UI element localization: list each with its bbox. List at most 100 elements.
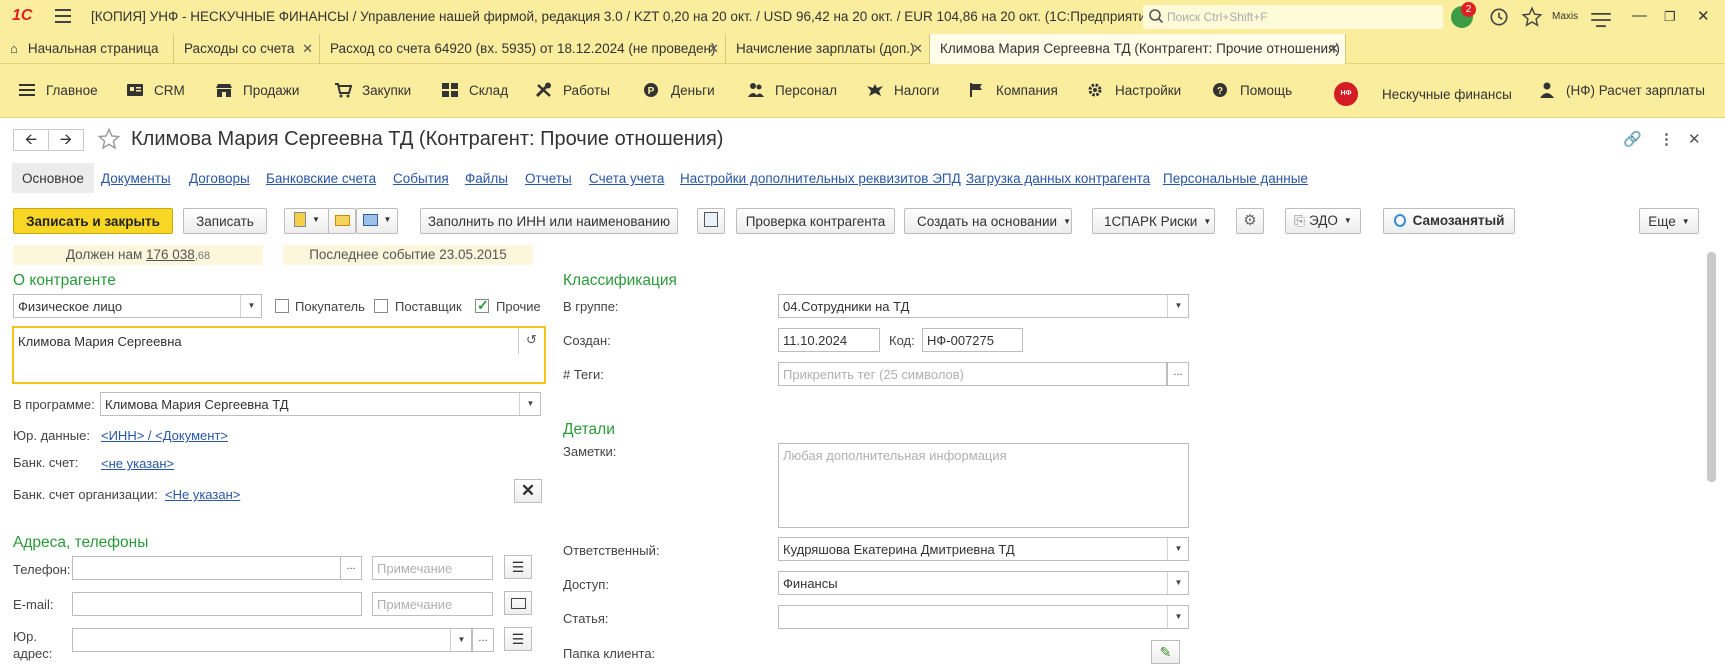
responsible-select[interactable]: Кудряшова Екатерина Дмитриевна ТД ▼ bbox=[778, 537, 1189, 561]
tab-files[interactable]: Файлы bbox=[465, 163, 508, 193]
phone-actions-button[interactable]: ☰ bbox=[504, 555, 532, 579]
section-company[interactable]: Компания bbox=[968, 82, 1058, 98]
tags-select-button[interactable]: ... bbox=[1167, 362, 1189, 386]
section-main[interactable]: Главное bbox=[18, 82, 98, 98]
chevron-down-icon[interactable]: ▼ bbox=[1167, 606, 1188, 628]
section-crm[interactable]: CRM bbox=[126, 82, 185, 98]
attach-button[interactable]: ▼ bbox=[284, 208, 330, 234]
send-email-button[interactable] bbox=[328, 208, 356, 234]
bank-account-link[interactable]: <не указан> bbox=[101, 456, 174, 471]
chevron-down-icon[interactable]: ▼ bbox=[1167, 295, 1188, 317]
edo-button[interactable]: ⎘ ЭДО ▼ bbox=[1285, 208, 1361, 234]
created-date-input[interactable]: 11.10.2024 bbox=[778, 328, 880, 352]
phone-note-input[interactable]: Примечание bbox=[372, 556, 493, 580]
section-staff[interactable]: Персонал bbox=[747, 82, 837, 98]
tab-accounting-accounts[interactable]: Счета учета bbox=[589, 163, 664, 193]
tab-main[interactable]: Основное bbox=[12, 163, 94, 193]
address-select-button[interactable]: ... bbox=[472, 628, 494, 652]
self-employed-button[interactable]: Самозанятый bbox=[1383, 208, 1515, 234]
address-actions-button[interactable]: ☰ bbox=[504, 627, 532, 651]
chevron-down-icon[interactable]: ▼ bbox=[240, 295, 261, 317]
search-input[interactable]: Поиск Ctrl+Shift+F bbox=[1143, 5, 1443, 29]
send-email-button[interactable] bbox=[504, 591, 532, 615]
section-purchases[interactable]: Закупки bbox=[334, 82, 411, 98]
create-based-on-button[interactable]: Создать на основании ▼ bbox=[904, 208, 1072, 234]
tab-expenses[interactable]: Расходы со счета ✕ bbox=[174, 34, 320, 64]
last-event-info[interactable]: Последнее событие 23.05.2015 bbox=[283, 245, 533, 265]
check-counterparty-button[interactable]: Проверка контрагента bbox=[736, 208, 895, 234]
close-window-icon[interactable]: ✕ bbox=[1697, 7, 1710, 25]
tab-counterparty[interactable]: Климова Мария Сергеевна ТД (Контрагент: … bbox=[930, 34, 1346, 64]
full-name-textarea[interactable]: Климова Мария Сергеевна ↺ bbox=[12, 326, 546, 384]
close-tab-icon[interactable]: ✕ bbox=[1328, 41, 1339, 57]
close-tab-icon[interactable]: ✕ bbox=[302, 41, 313, 57]
article-select[interactable]: ▼ bbox=[778, 605, 1189, 629]
section-warehouse[interactable]: Склад bbox=[441, 82, 508, 98]
chevron-down-icon[interactable]: ▼ bbox=[1167, 538, 1188, 560]
in-program-select[interactable]: Климова Мария Сергеевна ТД ▼ bbox=[100, 392, 541, 416]
group-select[interactable]: 04.Сотрудники на ТД ▼ bbox=[778, 294, 1189, 318]
section-sales[interactable]: Продажи bbox=[215, 82, 299, 98]
tab-expense-doc[interactable]: Расход со счета 64920 (вх. 5935) от 18.1… bbox=[320, 34, 726, 64]
section-nf-salary[interactable]: (НФ) Расчет зарплаты bbox=[1538, 82, 1705, 98]
access-select[interactable]: Финансы ▼ bbox=[778, 571, 1189, 595]
vertical-scrollbar[interactable] bbox=[1707, 252, 1716, 482]
clear-button[interactable]: ✕ bbox=[514, 479, 542, 503]
email-note-input[interactable]: Примечание bbox=[372, 592, 493, 616]
phone-input[interactable] bbox=[72, 556, 341, 580]
save-and-close-button[interactable]: Записать и закрыть bbox=[13, 208, 173, 234]
tab-contracts[interactable]: Договоры bbox=[189, 163, 250, 193]
settings-button[interactable]: ⚙ bbox=[1236, 208, 1264, 234]
code-input[interactable]: НФ-007275 bbox=[922, 328, 1023, 352]
chevron-down-icon[interactable]: ▼ bbox=[450, 629, 471, 651]
tab-events[interactable]: События bbox=[393, 163, 449, 193]
close-tab-icon[interactable]: ✕ bbox=[708, 41, 719, 57]
close-tab-icon[interactable]: ✕ bbox=[912, 41, 923, 57]
debt-value[interactable]: 176 038 bbox=[146, 247, 195, 262]
section-money[interactable]: P Деньги bbox=[643, 82, 715, 98]
email-input[interactable] bbox=[72, 592, 362, 616]
minimize-icon[interactable]: — bbox=[1632, 7, 1647, 24]
tab-home[interactable]: ⌂ Начальная страница bbox=[0, 34, 174, 64]
close-form-icon[interactable]: ✕ bbox=[1688, 130, 1701, 148]
section-works[interactable]: Работы bbox=[535, 82, 610, 98]
section-taxes[interactable]: Налоги bbox=[866, 82, 939, 98]
history-icon[interactable]: ↺ bbox=[518, 328, 544, 354]
tab-reports[interactable]: Отчеты bbox=[525, 163, 572, 193]
counterparty-type-select[interactable]: Физическое лицо ▼ bbox=[13, 294, 262, 318]
phone-select-button[interactable]: ... bbox=[340, 556, 362, 580]
main-menu-icon[interactable] bbox=[55, 9, 71, 23]
user-name[interactable]: Maxis bbox=[1552, 11, 1578, 22]
other-checkbox[interactable] bbox=[475, 297, 489, 314]
org-bank-account-link[interactable]: <Не указан> bbox=[165, 487, 240, 502]
section-settings[interactable]: Настройки bbox=[1087, 82, 1181, 98]
buyer-checkbox[interactable] bbox=[275, 299, 289, 313]
print-button[interactable]: ▼ bbox=[356, 208, 398, 234]
more-button[interactable]: Еще ▼ bbox=[1639, 208, 1699, 234]
settings-lines-icon[interactable] bbox=[1590, 9, 1612, 31]
more-vert-icon[interactable]: ⋮ bbox=[1659, 130, 1674, 148]
chevron-down-icon[interactable]: ▼ bbox=[1167, 572, 1188, 594]
tab-personal-data[interactable]: Персональные данные bbox=[1163, 163, 1308, 193]
section-help[interactable]: ? Помощь bbox=[1212, 82, 1292, 98]
tab-payroll[interactable]: Начисление зарплаты (доп.) ✕ bbox=[726, 34, 930, 64]
tab-epd-settings[interactable]: Настройки дополнительных реквизитов ЭПД bbox=[680, 163, 961, 193]
back-button[interactable]: 🡨 bbox=[13, 129, 49, 151]
favorite-star-icon[interactable] bbox=[97, 127, 121, 151]
tags-input[interactable]: Прикрепить тег (25 символов) bbox=[778, 362, 1167, 386]
notes-textarea[interactable]: Любая дополнительная информация bbox=[778, 443, 1189, 528]
legal-address-input[interactable]: ▼ bbox=[72, 628, 472, 652]
favorites-star-icon[interactable] bbox=[1521, 6, 1543, 28]
tab-data-import[interactable]: Загрузка данных контрагента bbox=[966, 163, 1150, 193]
legal-data-link[interactable]: <ИНН> / <Документ> bbox=[101, 428, 228, 443]
import-doc-button[interactable] bbox=[697, 208, 725, 234]
section-nf[interactable]: НФ Нескучные финансы bbox=[1334, 82, 1512, 106]
spark-risks-button[interactable]: 1СПАРК Риски ▼ bbox=[1092, 208, 1215, 234]
edit-folder-button[interactable]: ✎ bbox=[1151, 640, 1180, 664]
save-button[interactable]: Записать bbox=[183, 208, 267, 234]
supplier-checkbox[interactable] bbox=[374, 299, 388, 313]
chevron-down-icon[interactable]: ▼ bbox=[519, 393, 540, 415]
tab-bank-accounts[interactable]: Банковские счета bbox=[266, 163, 376, 193]
forward-button[interactable]: 🡪 bbox=[48, 129, 84, 151]
history-icon[interactable] bbox=[1488, 6, 1510, 28]
